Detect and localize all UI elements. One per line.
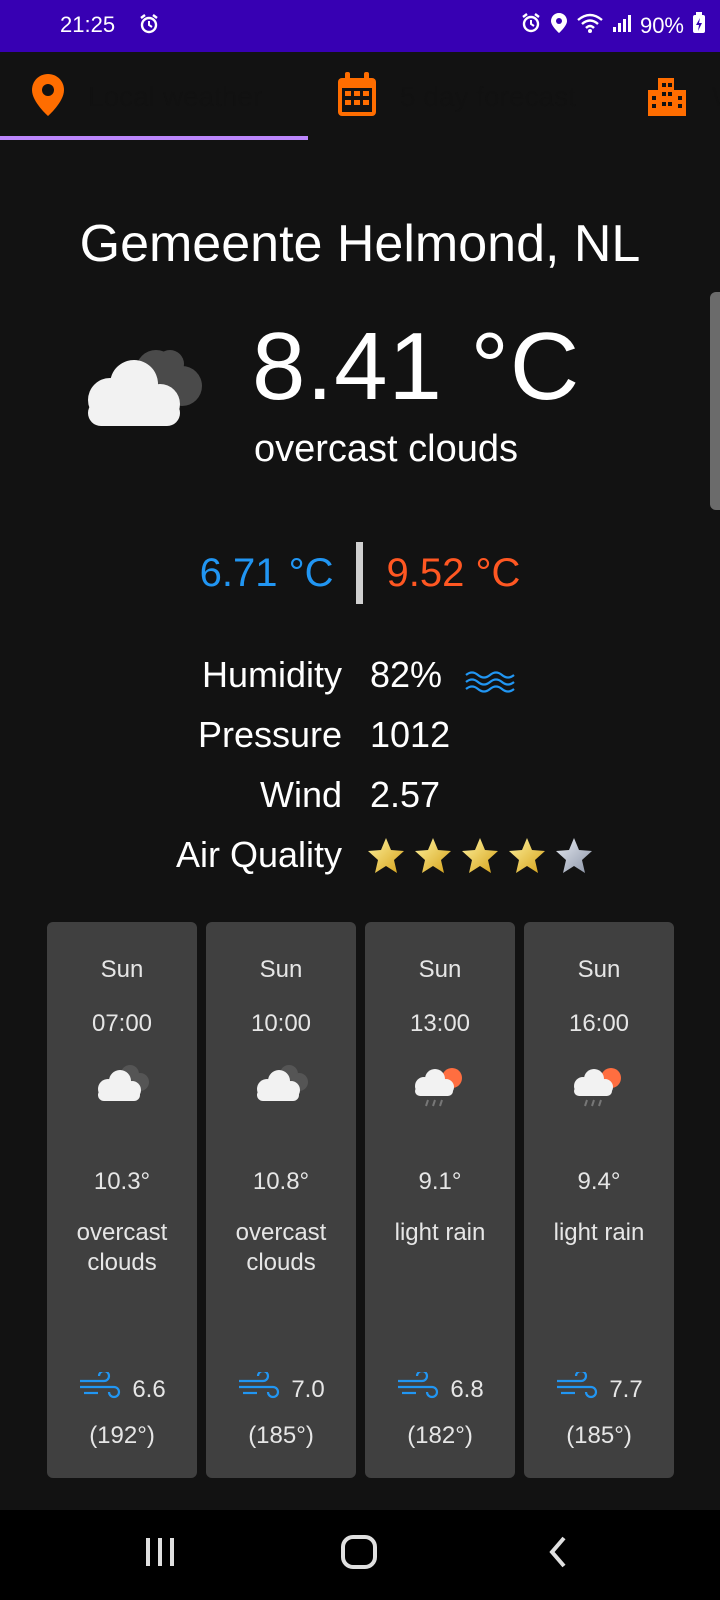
forecast-description: overcast clouds [47, 1218, 197, 1278]
humidity-label: Humidity [201, 654, 342, 695]
temp-range: 6.71 °C 9.52 °C [0, 542, 720, 604]
wind-icon [78, 1369, 122, 1407]
tab-indicator [0, 136, 308, 140]
forecast-description: overcast clouds [206, 1218, 356, 1278]
forecast-desc-line: overcast [76, 1219, 168, 1246]
forecast-hour: 16:00 [568, 1010, 630, 1037]
light-rain-icon [365, 1062, 515, 1110]
star-filled-icon [460, 836, 500, 885]
wind-icon [237, 1369, 281, 1407]
star-empty-icon [554, 836, 594, 885]
forecast-temp: 9.4° [577, 1168, 621, 1195]
forecast-card: Sun 13:00 9.1° light rain 6.8 (182°) [365, 922, 515, 1478]
overcast-clouds-icon [47, 1062, 197, 1104]
recent-apps-button[interactable] [144, 1534, 176, 1575]
temp-min: 6.71 °C [199, 550, 334, 595]
pressure-row: Pressure 1012 [0, 714, 720, 774]
wifi-icon [576, 12, 604, 40]
overcast-clouds-icon [206, 1062, 356, 1104]
forecast-wind-speed: 6.8 [450, 1375, 484, 1403]
forecast-card: Sun 10:00 10.8° overcast clouds 7.0 (185… [206, 922, 356, 1478]
temp-max: 9.52 °C [386, 550, 521, 595]
forecast-description: light rain [524, 1218, 674, 1248]
status-time: 21:25 [60, 12, 116, 37]
light-rain-icon [524, 1062, 674, 1110]
navigation-bar [0, 1510, 720, 1600]
pressure-label: Pressure [197, 714, 342, 755]
forecast-desc-line: light rain [394, 1219, 486, 1246]
forecast-card: Sun 16:00 9.4° light rain 7.7 (185°) [524, 922, 674, 1478]
current-temperature: 8.41 °C [252, 313, 581, 420]
tab-label: 5 day forecast [400, 81, 576, 112]
forecast-hour: 13:00 [409, 1010, 471, 1037]
humidity-value: 82% [370, 654, 443, 695]
back-button[interactable] [546, 1534, 570, 1575]
forecast-wind: 6.8 [365, 1369, 515, 1407]
wind-value: 2.57 [370, 774, 441, 815]
tab-local-weather[interactable]: Local weather [30, 52, 262, 142]
forecast-wind-speed: 6.6 [132, 1375, 166, 1403]
humidity-waves-icon [464, 662, 516, 704]
forecast-wind-direction: (185°) [248, 1422, 314, 1449]
forecast-wind: 6.6 [47, 1369, 197, 1407]
tab-label: Local weather [88, 81, 263, 112]
scrollbar[interactable] [710, 292, 720, 510]
air-quality-row: Air Quality [0, 834, 720, 894]
wind-icon [396, 1369, 440, 1407]
tab-bar: Local weather 5 day forecast W [0, 52, 720, 142]
forecast-wind-speed: 7.7 [609, 1375, 643, 1403]
wind-icon [555, 1369, 599, 1407]
city-name: Gemeente Helmond, NL [79, 215, 641, 273]
forecast-hour: 10:00 [250, 1010, 312, 1037]
status-bar: 21:25 90% [0, 0, 720, 52]
forecast-wind: 7.7 [524, 1369, 674, 1407]
star-filled-icon [507, 836, 547, 885]
forecast-day: Sun [100, 956, 144, 983]
forecast-card: Sun 07:00 10.3° overcast clouds 6.6 (192… [47, 922, 197, 1478]
wind-row: Wind 2.57 [0, 774, 720, 834]
forecast-desc-line: clouds [87, 1249, 157, 1276]
air-quality-stars [366, 836, 594, 885]
forecast-day: Sun [259, 956, 303, 983]
forecast-description: light rain [365, 1218, 515, 1248]
star-filled-icon [366, 836, 406, 885]
forecast-hour: 07:00 [91, 1010, 153, 1037]
forecast-wind-direction: (185°) [566, 1422, 632, 1449]
star-filled-icon [413, 836, 453, 885]
air-quality-label: Air Quality [175, 834, 342, 875]
alarm-icon [520, 12, 542, 40]
overcast-clouds-icon [74, 342, 206, 437]
tab-5-day-forecast[interactable]: 5 day forecast [336, 52, 576, 142]
tab-city[interactable]: W [646, 52, 720, 142]
battery-percent: 90% [639, 13, 684, 38]
location-pin-icon [30, 72, 66, 123]
forecast-temp: 10.8° [252, 1168, 310, 1195]
forecast-temp: 10.3° [93, 1168, 151, 1195]
signal-icon [612, 13, 632, 39]
forecast-desc-line: overcast [235, 1219, 327, 1246]
forecast-wind: 7.0 [206, 1369, 356, 1407]
alarm-icon [138, 13, 160, 41]
tab-label: W [712, 81, 720, 113]
forecast-desc-line: clouds [246, 1249, 316, 1276]
wind-label: Wind [259, 774, 342, 815]
forecast-day: Sun [418, 956, 462, 983]
divider [355, 542, 363, 604]
forecast-wind-direction: (182°) [407, 1422, 473, 1449]
battery-charging-icon [692, 12, 706, 40]
status-icons: 90% [520, 12, 706, 40]
forecast-temp: 9.1° [418, 1168, 462, 1195]
current-description: overcast clouds [254, 428, 519, 470]
location-icon [550, 12, 568, 40]
forecast-wind-speed: 7.0 [291, 1375, 325, 1403]
forecast-desc-line: light rain [553, 1219, 645, 1246]
home-button[interactable] [340, 1534, 378, 1575]
city-icon [646, 72, 690, 123]
forecast-day: Sun [577, 956, 621, 983]
calendar-icon [336, 71, 378, 123]
humidity-row: Humidity 82% [0, 654, 720, 714]
pressure-value: 1012 [370, 714, 451, 755]
forecast-wind-direction: (192°) [89, 1422, 155, 1449]
